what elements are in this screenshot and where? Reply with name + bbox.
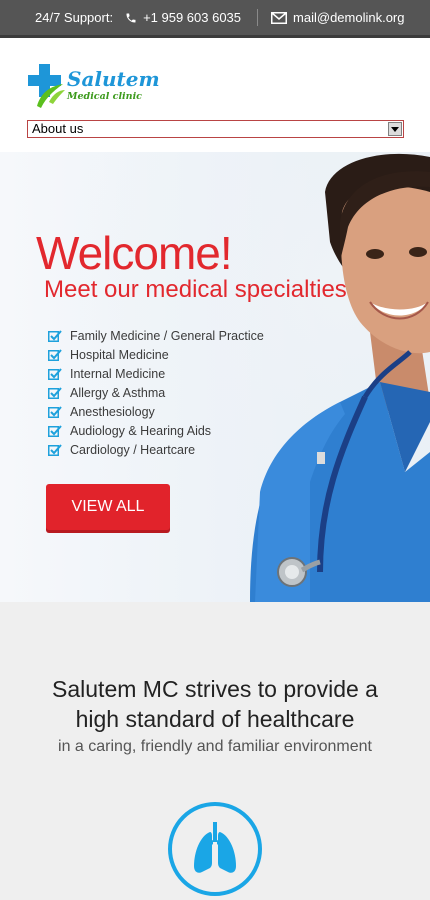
hero-subtitle: Meet our medical specialties — [44, 276, 347, 303]
logo-name: Salutem — [67, 67, 160, 91]
list-item[interactable]: Family Medicine / General Practice — [48, 326, 264, 345]
topbar-divider — [257, 9, 259, 26]
hero-welcome-heading: Welcome! — [36, 227, 233, 279]
specialty-label: Audiology & Hearing Aids — [70, 423, 212, 438]
list-item[interactable]: Audiology & Hearing Aids — [48, 421, 264, 440]
mission-section: Salutem MC strives to provide a high sta… — [0, 602, 430, 756]
list-item[interactable]: Anesthesiology — [48, 402, 264, 421]
list-item[interactable]: Allergy & Asthma — [48, 383, 264, 402]
nav-menu-select[interactable]: About us — [27, 120, 404, 138]
top-support-bar: 24/7 Support: +1 959 603 6035 mail@demol… — [0, 0, 430, 38]
mission-subheading: in a caring, friendly and familiar envir… — [58, 738, 372, 755]
checkbox-check-icon — [48, 405, 62, 418]
mission-heading: Salutem MC strives to provide a high sta… — [52, 676, 378, 732]
medical-cross-icon — [28, 64, 65, 108]
site-logo[interactable]: Salutem Medical clinic — [27, 62, 197, 110]
specialty-label: Hospital Medicine — [70, 347, 169, 362]
list-item[interactable]: Cardiology / Heartcare — [48, 440, 264, 459]
checkbox-check-icon — [48, 443, 62, 456]
specialty-label: Allergy & Asthma — [70, 385, 166, 400]
view-all-button[interactable]: VIEW ALL — [46, 484, 170, 530]
support-label: 24/7 Support: — [35, 10, 114, 25]
lungs-icon-circle[interactable] — [168, 802, 262, 896]
checkbox-check-icon — [48, 367, 62, 380]
lungs-icon — [194, 822, 236, 873]
specialty-label: Family Medicine / General Practice — [70, 328, 264, 343]
list-item[interactable]: Hospital Medicine — [48, 345, 264, 364]
phone-number-link[interactable]: +1 959 603 6035 — [143, 10, 241, 25]
checkbox-check-icon — [48, 424, 62, 437]
checkbox-check-icon — [48, 386, 62, 399]
site-header: Salutem Medical clinic About us — [0, 38, 430, 152]
chevron-down-icon — [388, 122, 402, 136]
specialty-label: Cardiology / Heartcare — [70, 442, 196, 457]
checkbox-check-icon — [48, 348, 62, 361]
nav-select-value: About us — [32, 121, 84, 136]
hero-banner: Welcome! Meet our medical specialties Fa… — [0, 152, 430, 602]
specialty-label: Anesthesiology — [70, 404, 155, 419]
specialties-list: Family Medicine / General Practice Hospi… — [48, 326, 264, 459]
specialty-label: Internal Medicine — [70, 366, 166, 381]
mail-icon — [271, 11, 288, 24]
logo-tagline: Medical clinic — [67, 91, 142, 102]
phone-icon — [125, 12, 137, 24]
checkbox-check-icon — [48, 329, 62, 342]
list-item[interactable]: Internal Medicine — [48, 364, 264, 383]
email-link[interactable]: mail@demolink.org — [293, 10, 404, 25]
